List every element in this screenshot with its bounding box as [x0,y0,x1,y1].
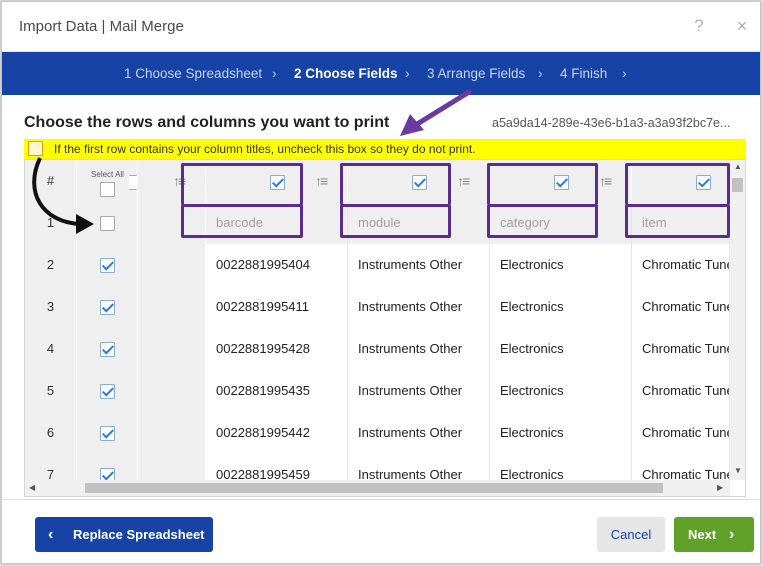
table-row: 6 0022881995442 Instruments Other Electr… [25,412,730,454]
first-row-notice-text: If the first row contains your column ti… [54,142,476,156]
select-all-checkbox[interactable] [100,182,115,197]
annotation-highlight [625,204,730,238]
chevron-right-icon: › [405,65,410,81]
annotation-highlight [340,163,451,205]
next-button[interactable]: Next › [674,517,754,552]
annotation-highlight [487,204,598,238]
step-finish[interactable]: 4 Finish [560,66,607,81]
cell-category: Electronics [490,286,632,328]
first-row-notice: If the first row contains your column ti… [24,139,746,159]
cell-barcode: 0022881995428 [206,328,348,370]
chevron-left-icon: ‹ [48,526,54,543]
dialog-footer: ‹ Replace Spreadsheet Cancel Next › [2,499,760,563]
row-checkbox[interactable] [100,426,115,441]
horizontal-scroll-thumb[interactable] [85,483,663,493]
cell-module: Instruments Other [348,370,490,412]
annotation-highlight [487,163,598,205]
annotation-highlight [181,163,303,205]
chevron-right-icon: › [622,65,627,81]
row-checkbox[interactable] [100,300,115,315]
cell-category: Electronics [490,244,632,286]
replace-spreadsheet-button[interactable]: ‹ Replace Spreadsheet [35,517,213,552]
row-number: 2 [25,244,77,286]
cell-category: Electronics [490,412,632,454]
scroll-left-icon[interactable]: ◀ [29,483,35,492]
row-number: 4 [25,328,77,370]
table-row: 4 0022881995428 Instruments Other Electr… [25,328,730,370]
step-arrange-fields[interactable]: 3 Arrange Fields [427,66,525,81]
cell-category: Electronics [490,328,632,370]
chevron-right-icon: › [272,65,277,81]
row-number: 1 [25,202,77,244]
document-id: a5a9da14-289e-43e6-b1a3-a3a93f2bc7e... [492,116,731,130]
annotation-highlight [340,204,451,238]
cell-item: Chromatic Tune [632,412,730,454]
replace-spreadsheet-label: Replace Spreadsheet [73,527,205,542]
row-checkbox[interactable] [100,342,115,357]
row-number: 5 [25,370,77,412]
cell-barcode: 0022881995411 [206,286,348,328]
table-row: 3 0022881995411 Instruments Other Electr… [25,286,730,328]
dialog-title: Import Data | Mail Merge [19,18,184,35]
partial-checkbox[interactable] [129,175,137,190]
cell-barcode: 0022881995404 [206,244,348,286]
close-icon[interactable]: × [732,16,752,38]
row-checkbox[interactable] [100,384,115,399]
cell-item: Chromatic Tune [632,328,730,370]
wizard-steps: 1 Choose Spreadsheet › 2 Choose Fields ›… [2,52,760,95]
horizontal-scrollbar[interactable]: ◀ ▶ [25,480,730,496]
first-row-checkbox[interactable] [28,141,43,156]
help-icon[interactable]: ? [690,16,708,38]
scroll-down-icon[interactable]: ▼ [734,466,742,475]
annotation-highlight [181,204,303,238]
annotation-highlight [625,163,730,205]
cancel-button[interactable]: Cancel [597,517,665,552]
next-label: Next [688,527,717,542]
vertical-scrollbar[interactable]: ▲ ▼ [730,160,745,480]
cell-module: Instruments Other [348,412,490,454]
sort-icon[interactable]: ↑≡ [315,173,328,189]
row-checkbox[interactable] [100,258,115,273]
dialog-titlebar: Import Data | Mail Merge ? × [2,2,760,52]
vertical-scroll-thumb[interactable] [732,178,743,192]
cell-item: Chromatic Tune [632,370,730,412]
cell-category: Electronics [490,370,632,412]
mail-merge-dialog: Import Data | Mail Merge ? × 1 Choose Sp… [1,1,761,564]
scroll-up-icon[interactable]: ▲ [734,162,742,171]
cell-item: Chromatic Tune [632,286,730,328]
scroll-right-icon[interactable]: ▶ [717,483,723,492]
sort-icon[interactable]: ↑≡ [457,173,470,189]
purple-arrow-icon [400,89,472,136]
sort-icon[interactable]: ↑≡ [599,173,612,189]
cell-barcode: 0022881995435 [206,370,348,412]
page-title: Choose the rows and columns you want to … [24,114,390,131]
chevron-right-icon: › [729,526,735,543]
cell-module: Instruments Other [348,244,490,286]
cell-module: Instruments Other [348,328,490,370]
table-row: 5 0022881995435 Instruments Other Electr… [25,370,730,412]
row-number: 6 [25,412,77,454]
cell-barcode: 0022881995442 [206,412,348,454]
step-choose-fields[interactable]: 2 Choose Fields [294,66,398,81]
cell-module: Instruments Other [348,286,490,328]
chevron-right-icon: › [538,65,543,81]
row-number: 3 [25,286,77,328]
table-row: 2 0022881995404 Instruments Other Electr… [25,244,730,286]
row-checkbox[interactable] [100,216,115,231]
row-number-header: # [46,173,55,188]
cell-item: Chromatic Tune [632,244,730,286]
step-choose-spreadsheet[interactable]: 1 Choose Spreadsheet [124,66,262,81]
